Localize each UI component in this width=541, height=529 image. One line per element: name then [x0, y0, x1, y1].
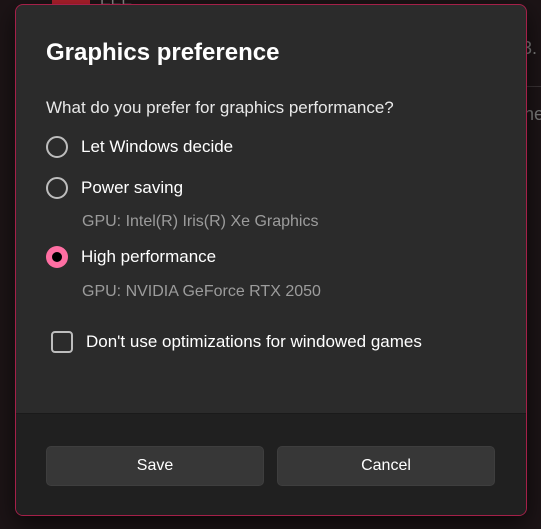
- dialog-title: Graphics preference: [46, 39, 280, 66]
- dialog-footer: Save Cancel: [16, 413, 526, 515]
- radio-button[interactable]: [46, 136, 68, 158]
- radio-button[interactable]: [46, 177, 68, 199]
- gpu-note-high-performance: GPU: NVIDIA GeForce RTX 2050: [82, 283, 321, 300]
- option-label: Let Windows decide: [81, 137, 234, 156]
- option-label: High performance: [81, 247, 217, 266]
- windowed-optimizations-checkbox-row[interactable]: Don't use optimizations for windowed gam…: [51, 331, 422, 353]
- option-let-windows-decide[interactable]: Let Windows decide: [46, 136, 233, 158]
- windowed-optimizations-checkbox[interactable]: [51, 331, 73, 353]
- option-power-saving[interactable]: Power saving: [46, 177, 183, 199]
- gpu-note-power-saving: GPU: Intel(R) Iris(R) Xe Graphics: [82, 213, 319, 230]
- option-label: Power saving: [81, 178, 184, 197]
- radio-button-selected[interactable]: [46, 246, 68, 268]
- checkbox-label: Don't use optimizations for windowed gam…: [86, 332, 422, 351]
- save-button[interactable]: Save: [46, 446, 264, 486]
- option-high-performance[interactable]: High performance: [46, 246, 216, 268]
- question-text: What do you prefer for graphics performa…: [46, 98, 394, 117]
- graphics-preference-dialog: Graphics preference What do you prefer f…: [15, 4, 527, 516]
- cancel-button[interactable]: Cancel: [277, 446, 495, 486]
- background-divider: [526, 86, 541, 87]
